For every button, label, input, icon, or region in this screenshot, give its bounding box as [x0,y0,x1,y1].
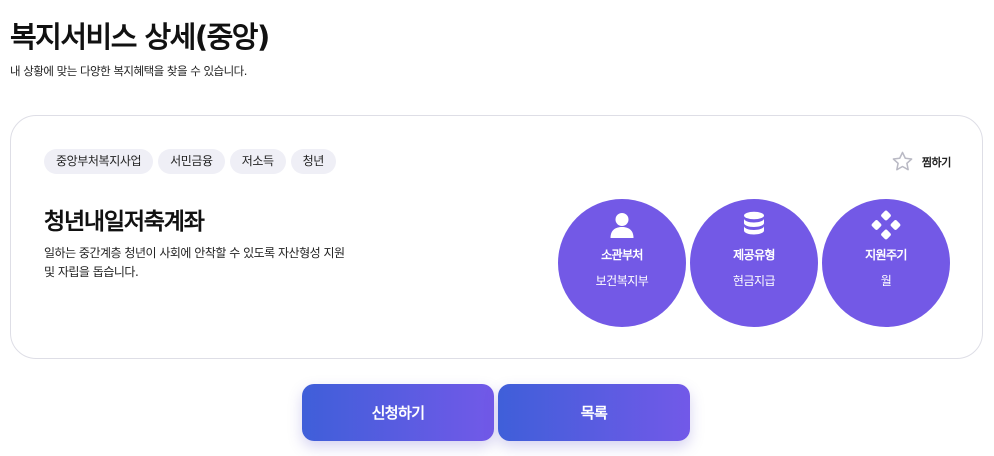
page-subtitle: 내 상황에 맞는 다양한 복지혜택을 찾을 수 있습니다. [10,64,247,78]
diamond-dots-icon [871,210,901,240]
support-cycle-title: 지원주기 [865,248,907,262]
info-circle-department: 소관부처 보건복지부 [558,199,686,327]
provision-type-value: 현금지급 [732,274,776,288]
tag-youth: 청년 [290,149,336,174]
person-icon [607,210,637,240]
support-cycle-value: 월 [880,274,892,288]
tag-list: 중앙부처복지사업 서민금융 저소득 청년 [44,149,336,174]
favorite-button[interactable]: 찜하기 [891,150,951,173]
service-info-group: 소관부처 보건복지부 제공유형 현금지급 지원주기 월 [558,199,950,327]
service-description: 일하는 중간계층 청년이 사회에 안착할 수 있도록 자산형성 지원 및 자립을… [44,246,345,279]
star-icon [891,150,914,173]
tag-low-income-finance: 서민금융 [158,149,225,174]
info-circle-provision-type: 제공유형 현금지급 [690,199,818,327]
department-value: 보건복지부 [595,274,649,288]
tag-ministry-program: 중앙부처복지사업 [44,149,154,174]
tag-low-income: 저소득 [229,149,286,174]
department-title: 소관부처 [601,248,643,262]
service-detail-card: 중앙부처복지사업 서민금융 저소득 청년 찜하기 청년내일저축계좌 일하는 중간… [10,115,983,359]
favorite-label: 찜하기 [921,155,952,169]
provision-type-title: 제공유형 [733,248,775,262]
page-title: 복지서비스 상세(중앙) [10,20,270,54]
service-name: 청년내일저축계좌 [44,209,205,235]
apply-button[interactable]: 신청하기 [302,384,494,441]
info-circle-support-cycle: 지원주기 월 [822,199,950,327]
list-button[interactable]: 목록 [498,384,690,441]
database-icon [739,210,769,240]
